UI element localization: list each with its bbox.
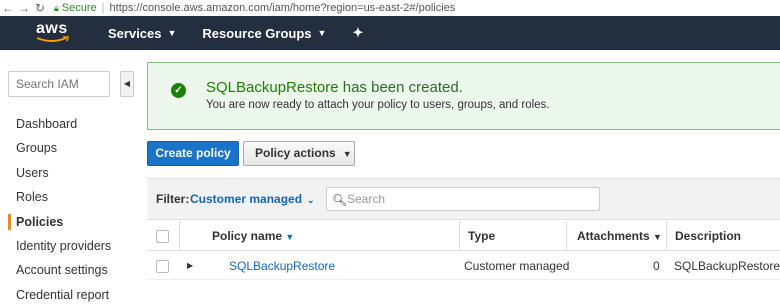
services-menu[interactable]: Services ▼ <box>108 26 176 41</box>
policy-search-input[interactable]: 🔍︎ Search <box>326 187 600 211</box>
check-circle-icon: ✓ <box>171 83 186 98</box>
select-all-checkbox[interactable] <box>156 230 169 244</box>
resource-groups-label: Resource Groups <box>202 25 312 41</box>
flash-title-suffix: has been created. <box>338 79 463 96</box>
create-policy-button[interactable]: Create policy <box>147 141 239 166</box>
policy-actions-label: Policy actions <box>255 146 336 160</box>
flash-title: SQLBackupRestore has been created. <box>206 79 463 96</box>
sidebar: ◀ Dashboard Groups Users Roles Policies … <box>0 50 134 307</box>
policy-type: Customer managed <box>464 259 570 273</box>
reload-icon[interactable]: ↻ <box>32 0 48 16</box>
success-flash: ✓ SQLBackupRestore has been created. You… <box>147 62 780 130</box>
lock-icon: 🔒︎ <box>54 2 59 13</box>
forward-icon[interactable]: → <box>16 0 32 16</box>
column-header-type[interactable]: Type <box>459 221 574 251</box>
url-text[interactable]: https://console.aws.amazon.com/iam/home?… <box>110 2 456 14</box>
pin-icon[interactable]: ✦ <box>352 25 363 41</box>
row-checkbox-cell <box>156 252 169 280</box>
sidebar-item-account-settings[interactable]: Account settings <box>0 258 132 282</box>
filter-dropdown[interactable]: Customer managed ⌄ <box>190 192 315 206</box>
table-row[interactable]: ▶ SQLBackupRestore Customer managed 0 SQ… <box>147 252 780 280</box>
aws-smile-icon <box>36 36 70 42</box>
caret-down-icon: ▼ <box>342 149 352 159</box>
aws-top-nav: aws Services ▼ Resource Groups ▼ ✦ <box>0 16 780 50</box>
filter-bar: Filter: Customer managed ⌄ 🔍︎ Search <box>147 178 780 220</box>
row-checkbox[interactable] <box>156 260 169 274</box>
url-separator: | <box>101 2 105 14</box>
policy-actions-button[interactable]: Policy actions ▼ <box>243 141 355 166</box>
select-all-checkbox-cell <box>156 221 176 251</box>
collapse-sidebar-button[interactable]: ◀ <box>120 71 134 97</box>
aws-logo[interactable]: aws <box>0 16 80 50</box>
secure-label: Secure <box>61 2 97 14</box>
column-label-policy-name: Policy name <box>212 229 283 243</box>
sidebar-item-dashboard[interactable]: Dashboard <box>0 112 132 136</box>
sidebar-item-groups[interactable]: Groups <box>0 136 132 160</box>
policy-name-link[interactable]: SQLBackupRestore <box>229 252 335 280</box>
search-icon: 🔍︎ <box>332 193 348 207</box>
back-icon[interactable]: ← <box>0 0 16 16</box>
chevron-down-icon: ▼ <box>317 28 327 38</box>
column-label-attachments: Attachments <box>577 229 650 243</box>
sidebar-item-credential-report[interactable]: Credential report <box>0 283 132 307</box>
search-iam-input[interactable] <box>8 71 110 97</box>
browser-address-bar: ← → ↻ 🔒︎ Secure | https://console.aws.am… <box>0 0 780 16</box>
sort-desc-icon: ▼ <box>285 232 295 242</box>
sidebar-item-roles[interactable]: Roles <box>0 185 132 209</box>
filter-value: Customer managed <box>190 192 303 206</box>
caret-left-icon: ◀ <box>123 79 131 88</box>
expand-row-icon[interactable]: ▶ <box>187 252 193 280</box>
flash-policy-name: SQLBackupRestore <box>206 79 339 96</box>
flash-message: You are now ready to attach your policy … <box>206 99 550 111</box>
column-label-type: Type <box>468 229 496 243</box>
policy-description: SQLBackupRestore <box>674 259 780 273</box>
policy-attachments: 0 <box>653 259 660 273</box>
services-label: Services <box>108 25 162 41</box>
sidebar-nav: Dashboard Groups Users Roles Policies Id… <box>0 112 132 307</box>
column-header-policy-name[interactable]: Policy name ▼ <box>179 221 459 251</box>
sidebar-item-identity-providers[interactable]: Identity providers <box>0 234 132 258</box>
sidebar-item-policies[interactable]: Policies <box>0 210 132 234</box>
filter-label: Filter: <box>156 192 190 206</box>
main-content: ✓ SQLBackupRestore has been created. You… <box>140 50 780 304</box>
chevron-down-icon: ▼ <box>167 28 177 38</box>
caret-down-icon: ▼ <box>653 232 662 242</box>
column-header-description[interactable]: Description <box>666 221 780 251</box>
column-header-attachments[interactable]: Attachments ▼ <box>566 221 666 251</box>
resource-groups-menu[interactable]: Resource Groups ▼ <box>202 26 326 41</box>
chevron-down-icon: ⌄ <box>307 195 315 205</box>
column-label-description: Description <box>675 229 742 243</box>
policy-search-placeholder: Search <box>347 192 386 206</box>
table-header: Policy name ▼ Type Attachments ▼ Descrip… <box>147 221 780 251</box>
sidebar-item-users[interactable]: Users <box>0 161 132 185</box>
